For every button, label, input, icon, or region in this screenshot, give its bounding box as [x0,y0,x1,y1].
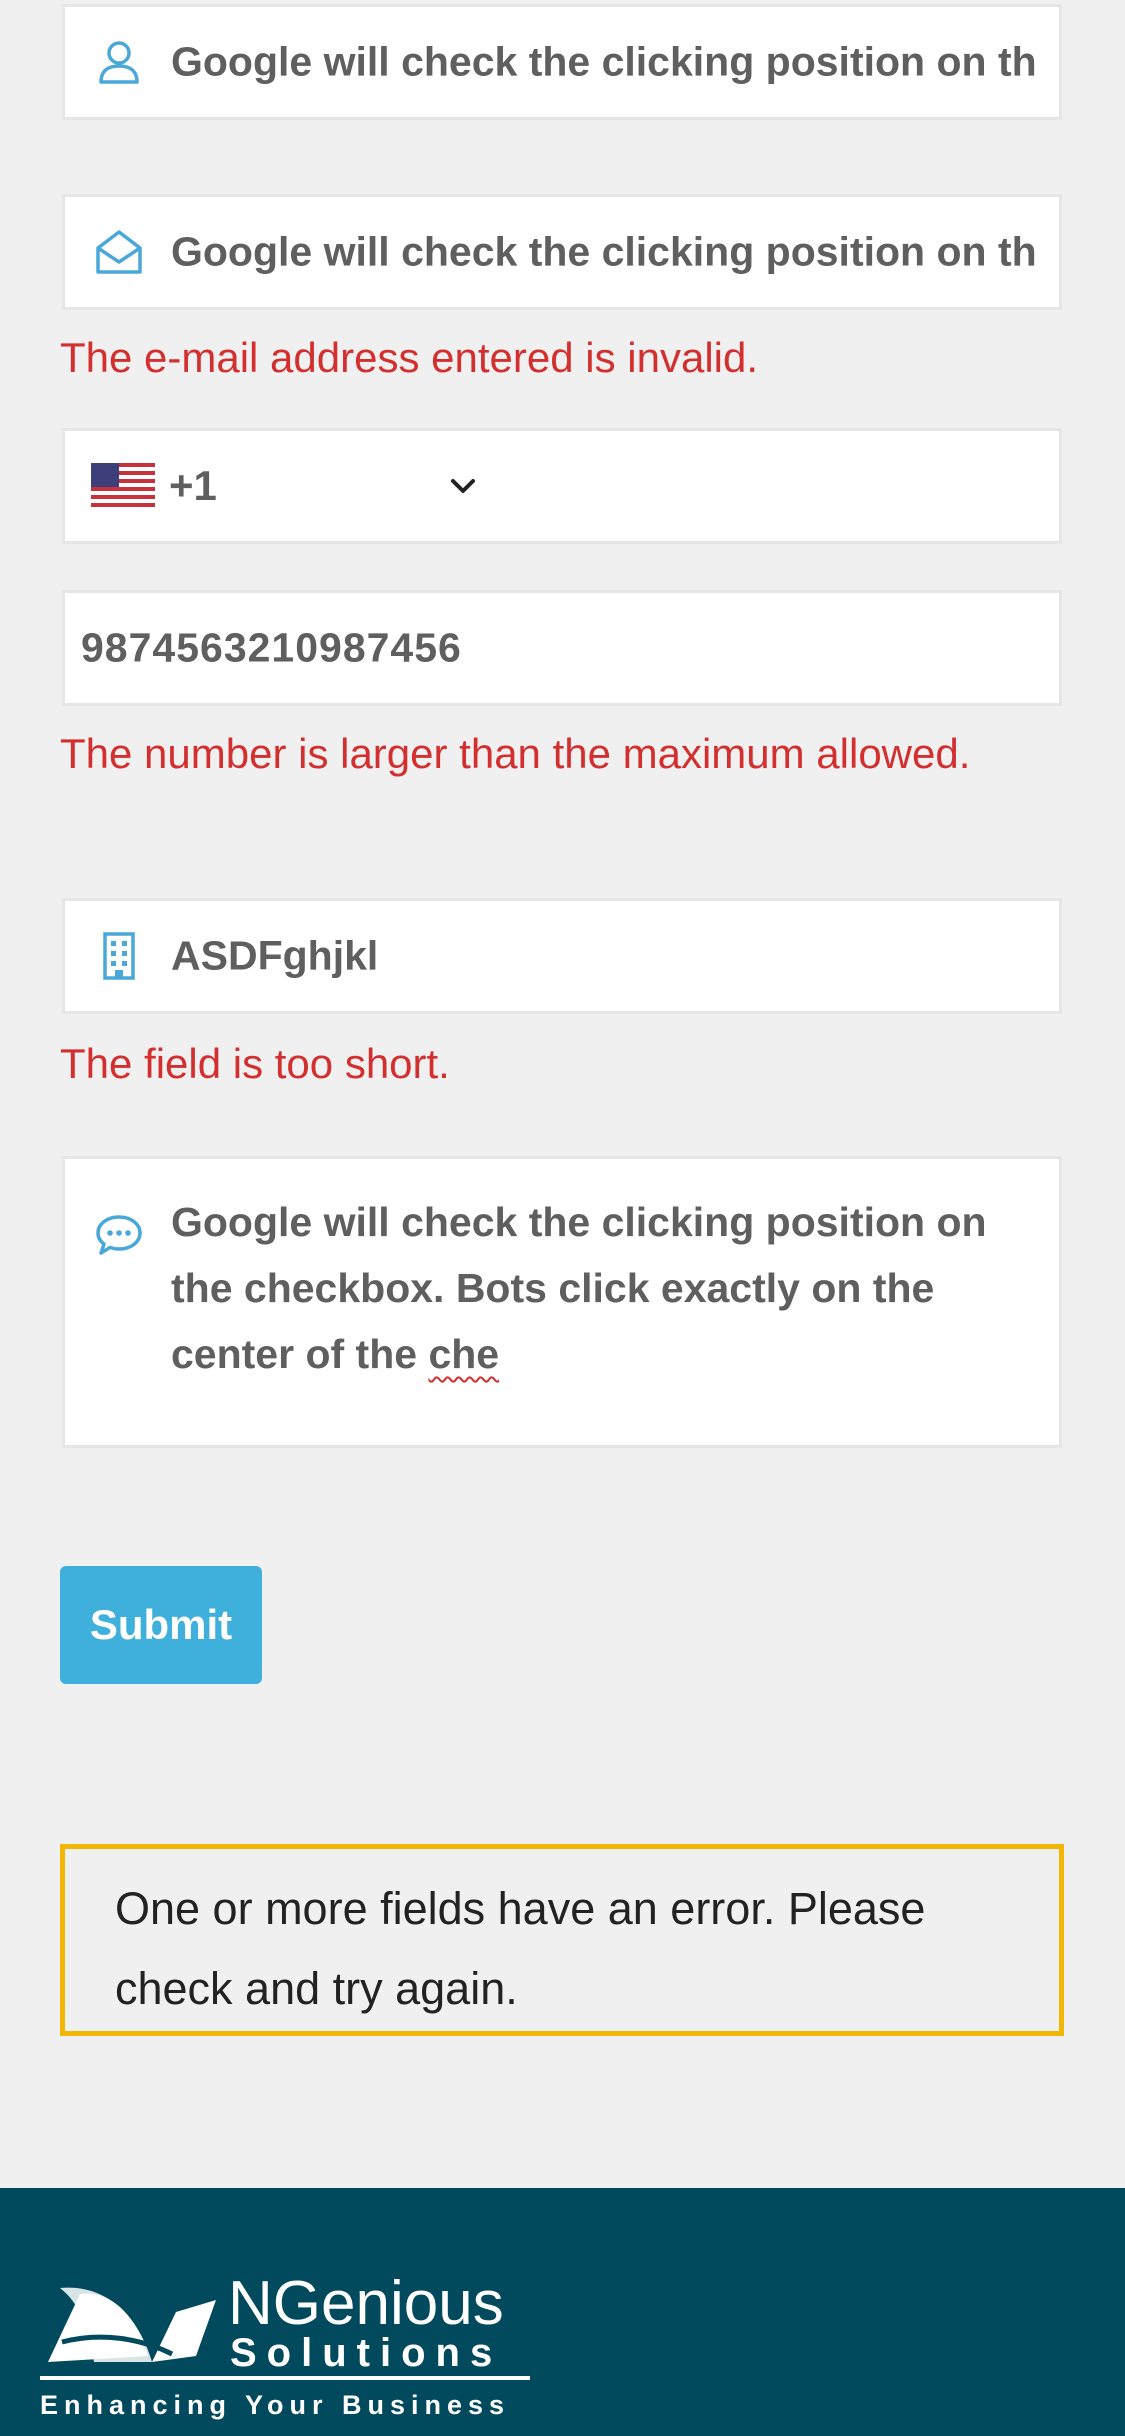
phone-country-selector[interactable]: +1 [62,428,1062,544]
misspelled-word: che [428,1331,500,1377]
name-input-value: Google will check the clicking position … [171,38,1037,85]
company-input-value: ASDFghjkl [171,932,379,979]
company-field[interactable]: ASDFghjkl [62,898,1062,1014]
email-input-value: Google will check the clicking position … [171,228,1037,275]
chevron-down-icon[interactable] [445,468,481,504]
submit-button[interactable]: Submit [60,1566,262,1684]
message-text-main: Google will check the clicking position … [171,1199,987,1377]
ngenious-logo[interactable]: NGenious Solutions Enhancing Your Busine… [40,2244,540,2424]
phone-country-code: +1 [169,462,217,509]
name-field[interactable]: Google will check the clicking position … [62,4,1062,120]
number-input-value: 9874563210987456 [81,624,462,671]
form-error-alert: One or more fields have an error. Please… [60,1844,1064,2036]
user-icon [93,36,145,88]
email-field[interactable]: Google will check the clicking position … [62,194,1062,310]
footer: NGenious Solutions Enhancing Your Busine… [0,2188,1125,2436]
us-flag-icon [91,463,155,511]
company-error-message: The field is too short. [60,1040,450,1087]
logo-subtitle: Solutions [230,2331,502,2375]
number-error-message: The number is larger than the maximum al… [60,730,971,777]
number-field[interactable]: 9874563210987456 [62,590,1062,706]
speech-bubble-icon [93,1209,145,1261]
email-error-message: The e-mail address entered is invalid. [60,334,759,381]
building-icon [93,930,145,982]
logo-tagline: Enhancing Your Business [40,2390,510,2420]
message-text: Google will check the clicking position … [171,1189,1019,1387]
message-textarea[interactable]: Google will check the clicking position … [62,1156,1062,1448]
logo-title: NGenious [228,2269,504,2338]
envelope-open-icon [93,226,145,278]
